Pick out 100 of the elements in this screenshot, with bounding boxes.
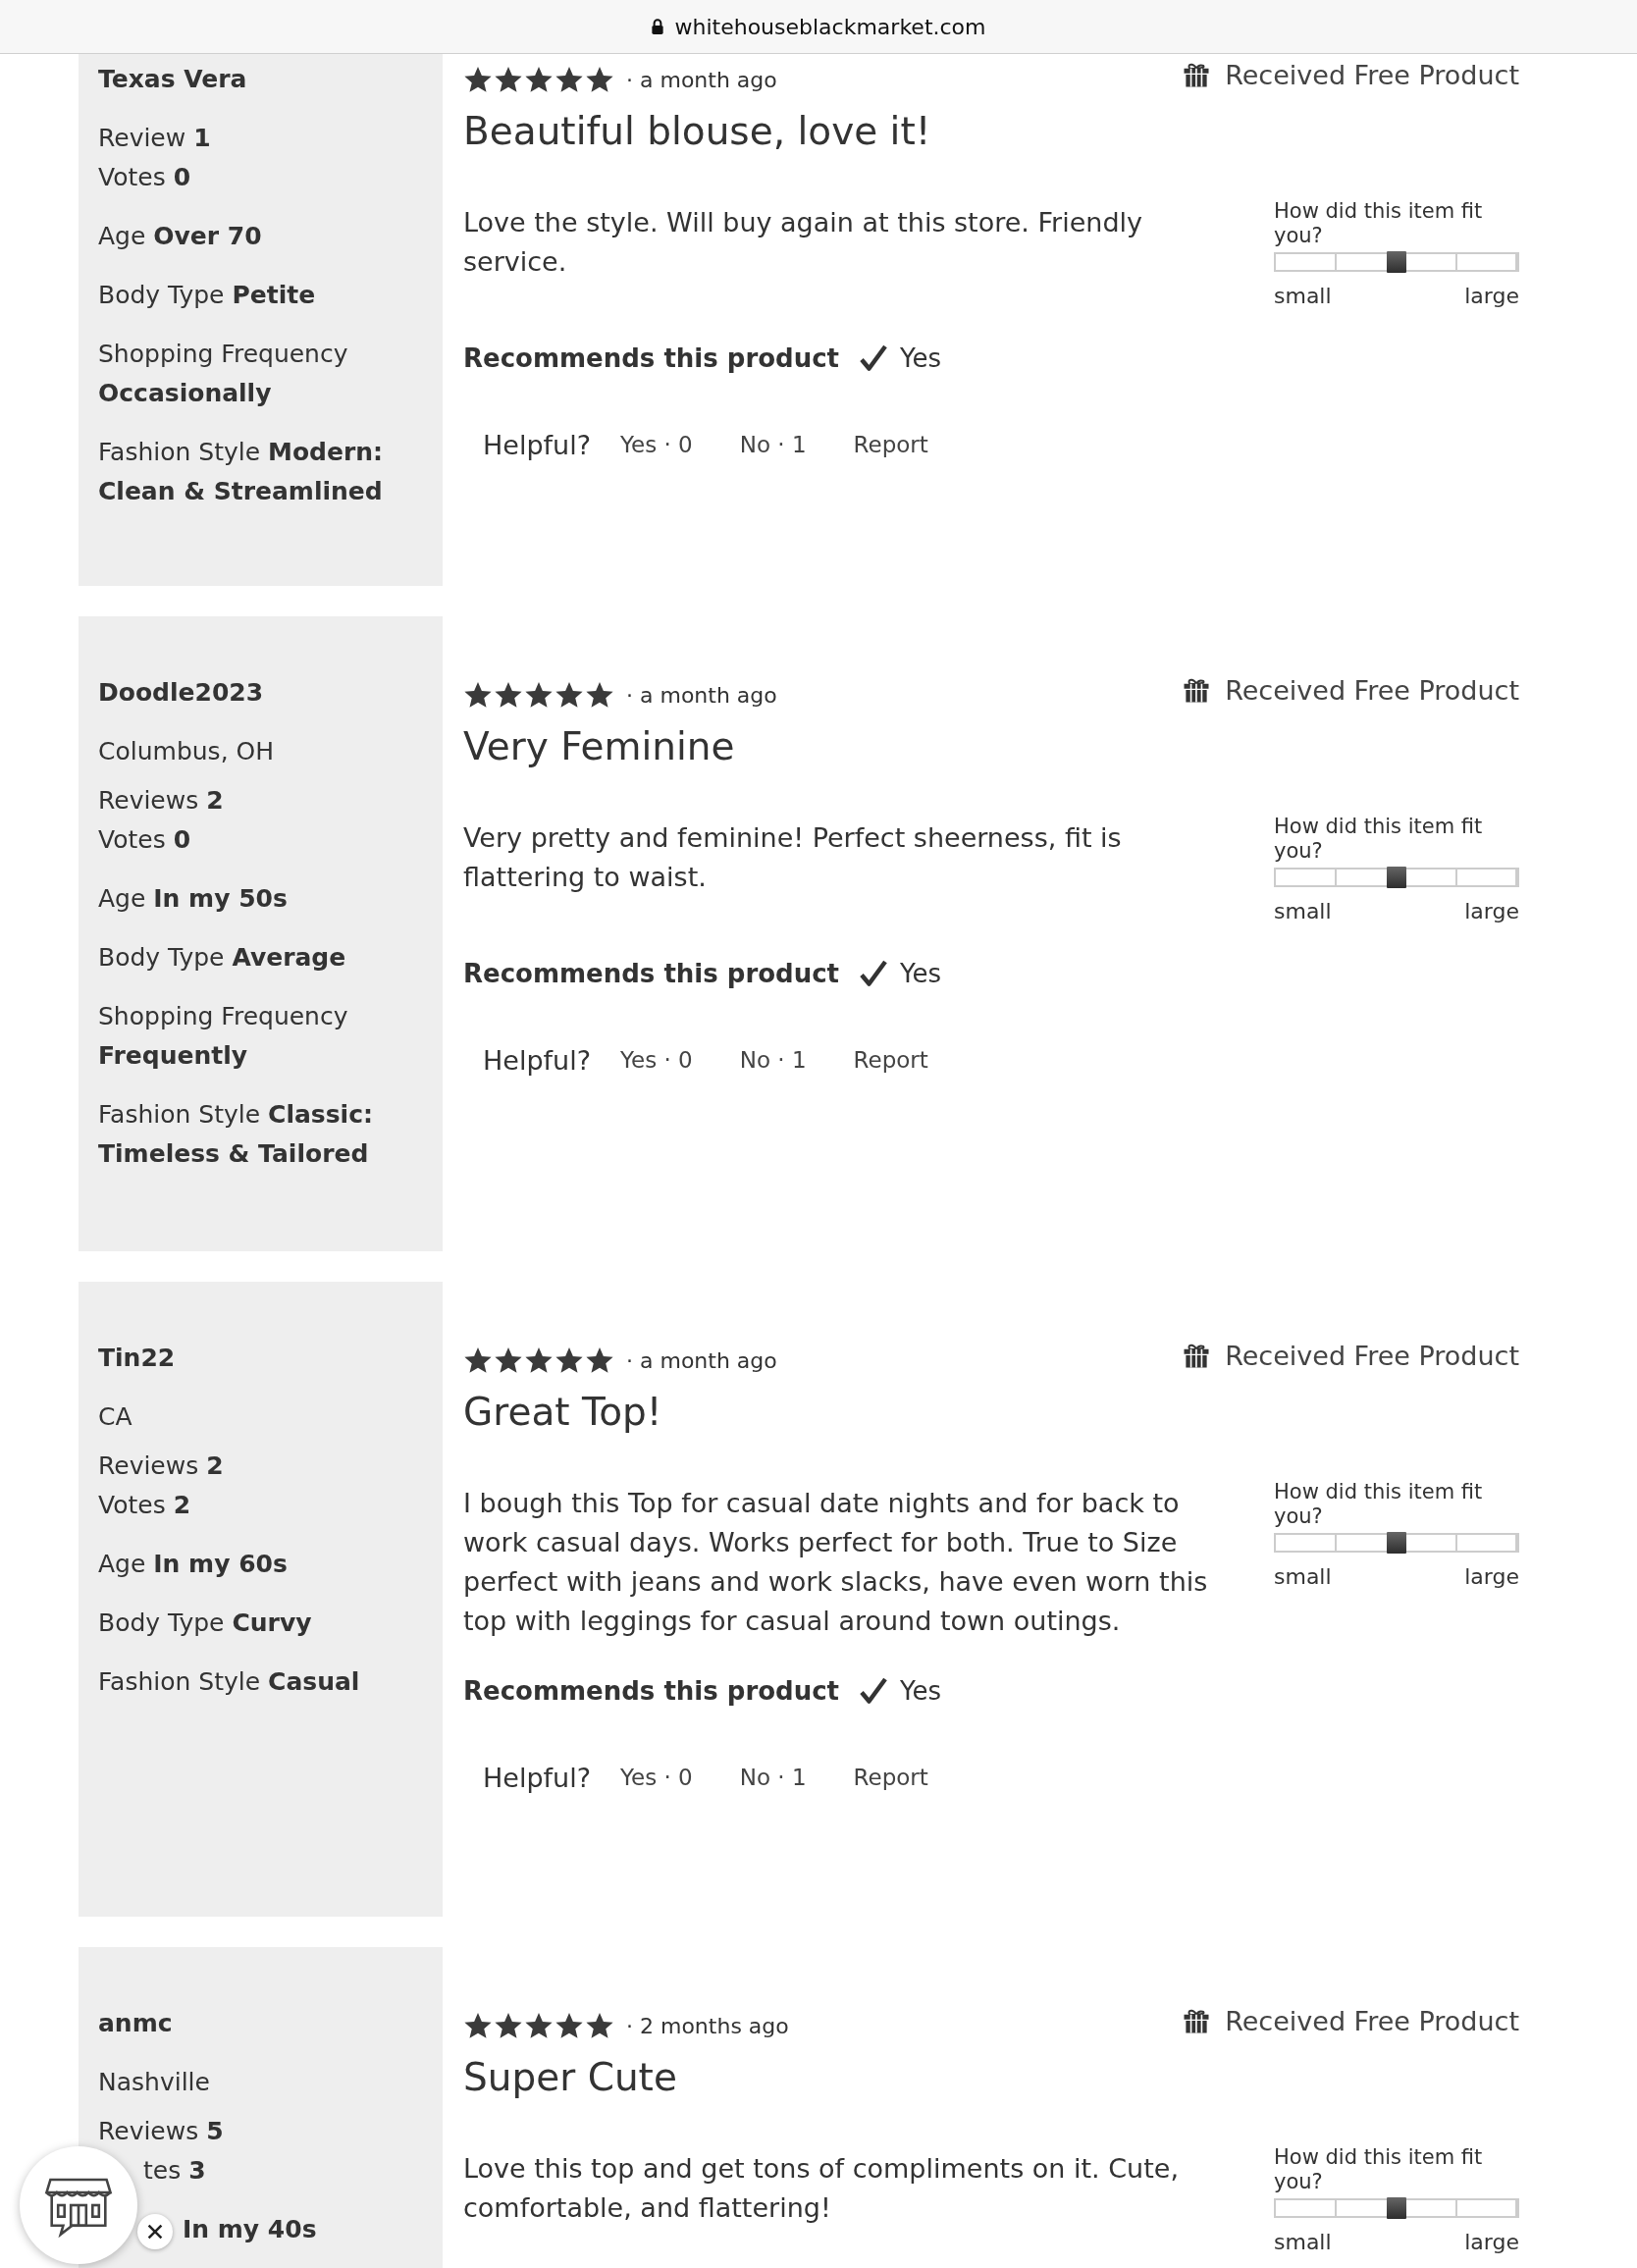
star-icon xyxy=(524,2011,554,2040)
reviewer-attribute: Fashion Style Casual xyxy=(98,1666,360,1698)
star-icon xyxy=(554,2011,584,2040)
review-date: · 2 months ago xyxy=(626,2013,789,2038)
reviewer-attribute: Fashion Style Modern: Clean & Streamlined xyxy=(98,437,385,507)
store-chat-button[interactable] xyxy=(20,2146,137,2264)
free-product-label: Received Free Product xyxy=(1225,59,1519,90)
fit-high-label: large xyxy=(1464,1564,1519,1589)
recommends-answer: Yes xyxy=(900,1676,941,1706)
review-text: Love this top and get tons of compliments on it. Cute, comfortable, and flattering! xyxy=(463,2152,1180,2225)
review-title: Very Feminine xyxy=(463,724,736,770)
reviewer-location: Columbus, OH xyxy=(98,736,275,767)
reviewer-stat: Review 1 xyxy=(98,123,211,154)
reviewer-attribute: Fashion Style Classic: Timeless & Tailored xyxy=(98,1099,374,1170)
reviewer-attribute: In my 40s xyxy=(183,2214,317,2245)
fit-high-label: large xyxy=(1464,899,1519,923)
reviewer-name: Texas Vera xyxy=(98,64,248,95)
address-bar[interactable]: whitehouseblackmarket.com xyxy=(0,0,1637,54)
checkmark-icon xyxy=(859,343,889,373)
reviewer-attribute: Body Type Curvy xyxy=(98,1608,312,1639)
review-title: Great Top! xyxy=(463,1390,663,1436)
star-icon xyxy=(524,65,554,94)
star-icon xyxy=(463,680,493,710)
star-icon xyxy=(524,1345,554,1375)
star-icon xyxy=(463,1345,493,1375)
star-icon xyxy=(585,65,614,94)
star-icon xyxy=(494,680,523,710)
checkmark-icon xyxy=(859,1676,889,1706)
star-icon xyxy=(554,65,584,94)
star-icon xyxy=(585,680,614,710)
helpful-label: Helpful? xyxy=(483,429,591,460)
reviewer-name: Doodle2023 xyxy=(98,677,265,709)
review-text: Love the style. Will buy again at this store. Friendly service. xyxy=(463,206,1144,279)
star-icon xyxy=(494,65,523,94)
reviewer-attribute: Age In my 60s xyxy=(98,1549,288,1580)
reviewer-location: Nashville xyxy=(98,2067,211,2098)
fit-high-label: large xyxy=(1464,2230,1519,2254)
reviewer-attribute: Shopping Frequency Frequently xyxy=(98,1001,349,1072)
review-date: · a month ago xyxy=(626,1347,777,1373)
recommends-answer: Yes xyxy=(900,343,941,373)
star-icon xyxy=(494,1345,523,1375)
reviewer-stat: Votes 2 xyxy=(98,1490,191,1521)
reviewer-name: anmc xyxy=(98,2008,174,2039)
recommends-label: Recommends this product xyxy=(463,959,840,988)
recommends-answer: Yes xyxy=(900,959,941,988)
star-icon xyxy=(494,2011,523,2040)
star-icon xyxy=(463,2011,493,2040)
fit-low-label: small xyxy=(1274,284,1332,308)
fit-question: How did this item fit you? xyxy=(1274,2145,1484,2194)
star-icon xyxy=(554,680,584,710)
reviewer-location: CA xyxy=(98,1401,133,1433)
fit-low-label: small xyxy=(1274,2230,1332,2254)
reviewer-stat: Votes 0 xyxy=(98,824,191,856)
helpful-no-button[interactable]: No · 1 xyxy=(739,428,807,461)
review-date: · a month ago xyxy=(626,67,777,92)
helpful-label: Helpful? xyxy=(483,1044,591,1076)
url-text: whitehouseblackmarket.com xyxy=(674,14,986,39)
review-title: Super Cute xyxy=(463,2055,678,2101)
helpful-yes-button[interactable]: Yes · 0 xyxy=(620,428,693,461)
reviewer-stat: Reviews 2 xyxy=(98,1450,224,1482)
reviewer-name: Tin22 xyxy=(98,1343,177,1374)
free-product-label: Received Free Product xyxy=(1225,674,1519,706)
close-icon xyxy=(147,2224,163,2240)
star-icon xyxy=(524,680,554,710)
reviewer-attribute: Body Type Petite xyxy=(98,280,316,311)
helpful-no-button[interactable]: No · 1 xyxy=(739,1043,807,1077)
review-text: I bough this Top for casual date nights and for back to work casual days. Works perfect for both. True to Size perfect with jeans and work slacks, have even worn this top with leggings for casual around town outings. xyxy=(463,1487,1209,1638)
reviewer-attribute: Body Type Average xyxy=(98,942,346,974)
helpful-yes-button[interactable]: Yes · 0 xyxy=(620,1761,693,1794)
lock-icon xyxy=(651,18,665,35)
reviewer-attribute: Age In my 50s xyxy=(98,883,288,915)
helpful-yes-button[interactable]: Yes · 0 xyxy=(620,1043,693,1077)
reviewer-stat: Reviews 2 xyxy=(98,785,224,817)
reviewer-attribute: Shopping Frequency Occasionally xyxy=(98,339,349,409)
helpful-no-button[interactable]: No · 1 xyxy=(739,1761,807,1794)
review-text: Very pretty and feminine! Perfect sheerness, fit is flattering to waist. xyxy=(463,821,1123,894)
review-date: · a month ago xyxy=(626,682,777,708)
checkmark-icon xyxy=(859,959,889,988)
free-product-label: Received Free Product xyxy=(1225,1340,1519,1371)
reviewer-stat: Votes 0 xyxy=(98,162,191,193)
report-button[interactable]: Report xyxy=(853,1043,928,1077)
reviewer-attribute: Age Over 70 xyxy=(98,221,262,252)
free-product-label: Received Free Product xyxy=(1225,2005,1519,2036)
star-icon xyxy=(585,2011,614,2040)
report-button[interactable]: Report xyxy=(853,428,928,461)
review-title: Beautiful blouse, love it! xyxy=(463,109,932,155)
fit-question: How did this item fit you? xyxy=(1274,199,1484,248)
fit-high-label: large xyxy=(1464,284,1519,308)
star-icon xyxy=(585,1345,614,1375)
fit-low-label: small xyxy=(1274,899,1332,923)
fit-question: How did this item fit you? xyxy=(1274,1480,1484,1529)
recommends-label: Recommends this product xyxy=(463,343,840,373)
report-button[interactable]: Report xyxy=(853,1761,928,1794)
star-icon xyxy=(554,1345,584,1375)
helpful-label: Helpful? xyxy=(483,1762,591,1793)
reviewer-stat: Reviews 5 xyxy=(98,2116,224,2147)
fit-low-label: small xyxy=(1274,1564,1332,1589)
reviewer-stat: tes 3 xyxy=(143,2155,206,2187)
recommends-label: Recommends this product xyxy=(463,1676,840,1706)
fit-question: How did this item fit you? xyxy=(1274,815,1484,864)
